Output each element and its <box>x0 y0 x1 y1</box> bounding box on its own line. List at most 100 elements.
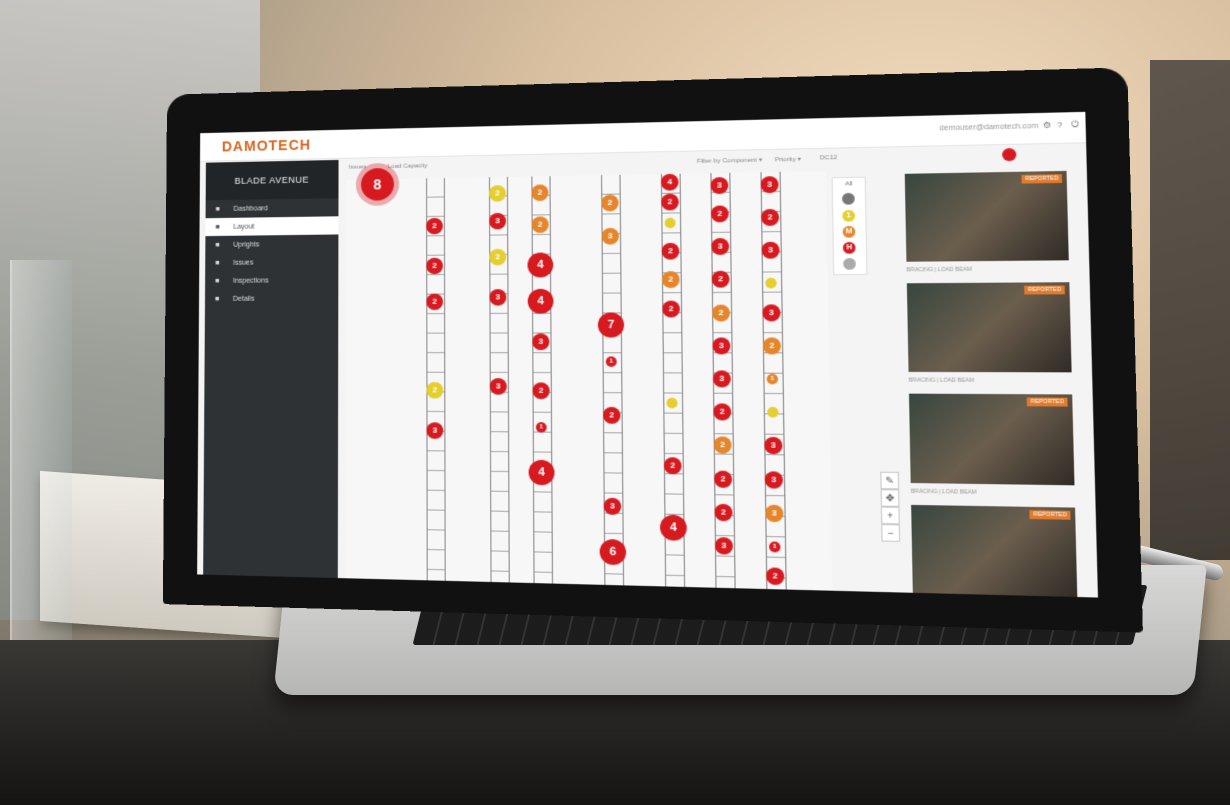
settings-icon[interactable]: ⚙ <box>1043 121 1053 130</box>
status-badge: REPORTED <box>1030 510 1071 520</box>
issue-marker[interactable]: 3 <box>711 238 729 255</box>
issue-marker[interactable]: 2 <box>766 568 784 586</box>
issue-marker[interactable]: 4 <box>528 289 554 314</box>
issue-marker[interactable]: 2 <box>603 407 621 424</box>
issue-marker[interactable] <box>765 278 776 289</box>
issue-photo-card[interactable]: REPORTED BRACING | LOAD BEAM <box>909 394 1075 486</box>
issue-marker[interactable]: 3 <box>762 304 780 321</box>
issue-marker[interactable]: 3 <box>489 289 506 306</box>
sidebar-item-dashboard[interactable]: ■ Dashboard <box>206 198 339 218</box>
gear-icon: ■ <box>215 295 225 302</box>
sidebar-item-layout[interactable]: ■ Layout <box>205 216 338 236</box>
issue-marker[interactable]: 2 <box>489 249 506 266</box>
issue-marker[interactable]: 3 <box>761 242 779 259</box>
app-logo: DAMOTECH <box>222 137 311 155</box>
issue-marker[interactable]: 2 <box>763 337 781 354</box>
issue-marker[interactable]: 3 <box>765 471 783 488</box>
issue-photo-card[interactable]: REPORTED BRACING | LOAD BEAM <box>905 171 1069 262</box>
background-right <box>1150 60 1230 560</box>
sidebar-item-inspections[interactable]: ■ Inspections <box>205 271 338 290</box>
issue-marker[interactable]: 2 <box>426 293 443 309</box>
status-badge: REPORTED <box>1024 286 1064 295</box>
project-name: BLADE AVENUE <box>206 160 339 200</box>
issue-marker[interactable]: 2 <box>532 382 549 399</box>
issue-marker[interactable]: 7 <box>598 313 624 338</box>
legend-level-all[interactable] <box>842 193 855 205</box>
issue-marker[interactable]: 4 <box>660 515 687 541</box>
issue-photo-card[interactable]: REPORTED <box>911 505 1077 598</box>
filter-component-dropdown[interactable]: Filter by Component ▾ <box>697 156 762 165</box>
logout-icon[interactable]: ⏻ <box>1071 121 1081 130</box>
grid-icon: ■ <box>215 241 225 248</box>
issue-marker[interactable]: 3 <box>601 227 619 244</box>
issue-marker[interactable]: 2 <box>426 382 443 399</box>
issue-marker[interactable]: 3 <box>489 213 506 230</box>
legend-level-m[interactable]: M <box>843 226 856 238</box>
legend-level-h[interactable]: H <box>843 242 856 254</box>
issue-marker[interactable]: 3 <box>765 504 783 522</box>
issue-marker[interactable]: 3 <box>764 437 782 454</box>
issue-marker[interactable]: 2 <box>712 304 730 321</box>
sidebar-item-uprights[interactable]: ■ Uprights <box>205 234 338 254</box>
issue-marker[interactable]: 6 <box>600 539 627 565</box>
notification-icon[interactable] <box>1002 148 1016 161</box>
issue-marker[interactable]: 3 <box>532 333 549 350</box>
issue-marker[interactable]: 1 <box>769 541 781 552</box>
issue-marker[interactable]: 8 <box>361 168 394 201</box>
sidebar-item-label: Uprights <box>233 241 259 248</box>
laptop-screen: DAMOTECH demouser@damotech.com ⚙ ? ⏻ BLA… <box>197 112 1098 598</box>
issue-marker[interactable]: 1 <box>606 357 617 368</box>
issue-marker[interactable]: 3 <box>712 337 730 354</box>
issue-marker[interactable]: 4 <box>527 252 553 277</box>
issue-marker[interactable]: 2 <box>662 300 680 317</box>
load-capacity-toggle[interactable]: Load Capacity <box>388 163 428 170</box>
legend-level-none[interactable] <box>843 258 856 270</box>
issue-marker[interactable] <box>767 407 778 418</box>
issue-marker[interactable]: 4 <box>529 459 555 485</box>
issues-toggle[interactable]: Issues <box>349 164 367 170</box>
move-icon[interactable]: ✥ <box>881 489 900 507</box>
pin-icon: ■ <box>215 223 225 230</box>
issue-marker[interactable]: 3 <box>713 370 731 387</box>
issue-marker[interactable]: 2 <box>714 437 732 454</box>
issue-marker[interactable]: 2 <box>426 218 443 235</box>
issue-marker[interactable]: 2 <box>714 470 732 487</box>
issue-marker[interactable]: 1 <box>767 374 778 385</box>
issue-marker[interactable]: 3 <box>604 498 622 515</box>
rack-layout-map[interactable]: 8222232323322443214237123642222243232233… <box>346 171 833 591</box>
issue-marker[interactable]: 3 <box>426 422 443 439</box>
folder-icon: ■ <box>215 277 225 284</box>
issue-marker[interactable]: 2 <box>713 404 731 421</box>
issue-marker[interactable]: 2 <box>761 209 779 226</box>
laptop-lid: DAMOTECH demouser@damotech.com ⚙ ? ⏻ BLA… <box>163 67 1143 632</box>
issue-marker[interactable]: 2 <box>712 271 730 288</box>
legend-level-1[interactable]: 1 <box>842 210 855 222</box>
priority-legend: All 1 M H <box>832 177 868 276</box>
sidebar-item-issues[interactable]: ■ Issues <box>205 253 338 272</box>
list-icon: ■ <box>215 259 225 266</box>
status-badge: REPORTED <box>1022 174 1062 183</box>
issue-marker[interactable]: 2 <box>662 272 680 289</box>
issue-marker[interactable] <box>665 217 676 228</box>
search-field[interactable]: DC12 <box>820 155 838 162</box>
edit-icon[interactable]: ✎ <box>880 472 899 490</box>
issue-marker[interactable]: 2 <box>662 243 680 260</box>
issue-marker[interactable]: 3 <box>490 378 507 395</box>
user-email[interactable]: demouser@damotech.com <box>939 123 1038 133</box>
priority-dropdown[interactable]: Priority ▾ <box>775 156 801 164</box>
help-icon[interactable]: ? <box>1057 121 1067 130</box>
status-badge: REPORTED <box>1027 398 1068 407</box>
sidebar-item-label: Layout <box>233 223 254 230</box>
zoom-out-icon[interactable]: − <box>881 524 900 542</box>
sidebar-item-details[interactable]: ■ Details <box>205 289 338 308</box>
issue-marker[interactable]: 3 <box>715 537 733 555</box>
issue-marker[interactable]: 2 <box>714 504 732 522</box>
issue-marker[interactable]: 2 <box>426 257 443 274</box>
issue-marker[interactable]: 2 <box>532 216 549 233</box>
issue-marker[interactable] <box>666 398 677 409</box>
zoom-in-icon[interactable]: + <box>881 507 900 525</box>
issue-marker[interactable]: 1 <box>536 422 547 433</box>
issue-marker[interactable]: 2 <box>664 457 682 474</box>
photo-caption: BRACING | LOAD BEAM <box>907 267 972 274</box>
issue-photo-card[interactable]: REPORTED BRACING | LOAD BEAM <box>907 282 1072 372</box>
